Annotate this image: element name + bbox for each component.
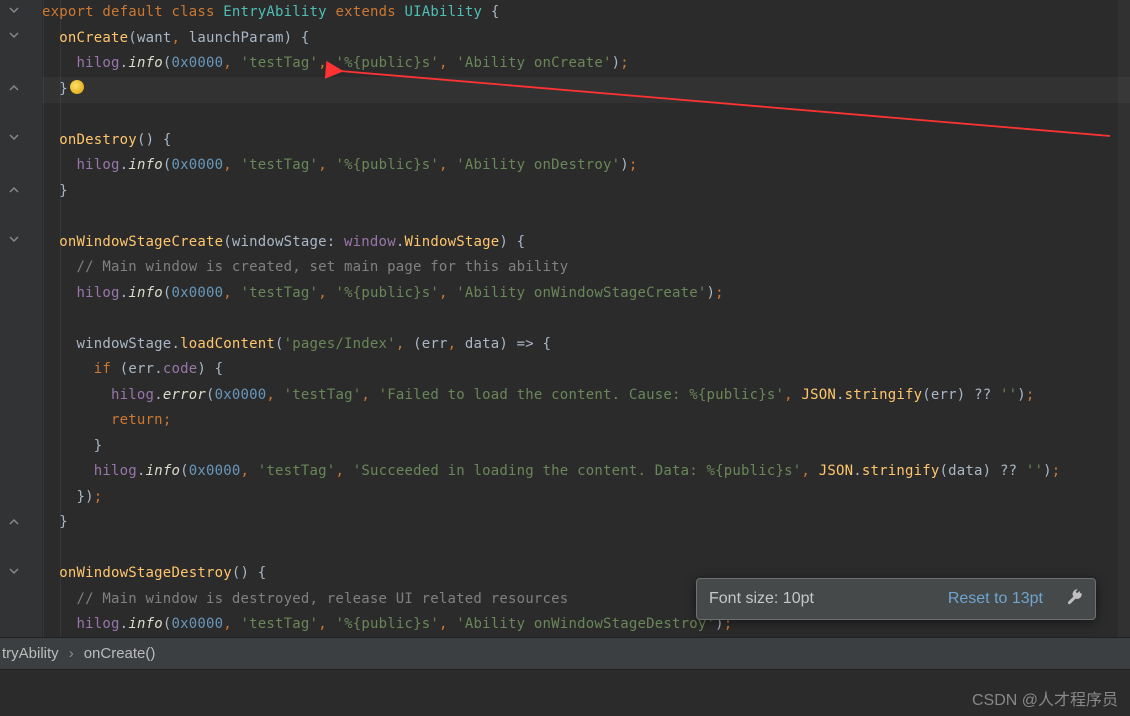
breadcrumb-item[interactable]: onCreate() [84,645,156,662]
code-line[interactable]: }); [42,485,102,511]
code-line[interactable]: hilog.info(0x0000, 'testTag', '%{public}… [42,281,724,307]
code-line[interactable]: if (err.code) { [42,357,223,383]
fold-collapse-up-icon[interactable] [8,82,20,94]
fold-expand-icon[interactable] [8,567,20,579]
code-line[interactable]: // Main window is destroyed, release UI … [42,587,568,613]
reset-fontsize-link[interactable]: Reset to 13pt [948,590,1043,608]
code-line[interactable]: // Main window is created, set main page… [42,255,568,281]
fold-collapse-up-icon[interactable] [8,184,20,196]
fold-expand-icon[interactable] [8,235,20,247]
gutter [0,0,42,637]
fold-expand-icon[interactable] [8,6,20,18]
fold-expand-icon[interactable] [8,31,20,43]
code-line[interactable]: hilog.error(0x0000, 'testTag', 'Failed t… [42,383,1035,409]
code-line[interactable]: } [42,77,68,103]
fontsize-popup: Font size: 10pt Reset to 13pt [696,578,1096,620]
vertical-scrollbar[interactable] [1118,0,1130,637]
code-line[interactable]: hilog.info(0x0000, 'testTag', 'Succeeded… [42,459,1060,485]
code-area[interactable]: export default class EntryAbility extend… [42,0,1130,637]
code-line[interactable]: return; [42,408,171,434]
code-line[interactable]: } [42,510,68,536]
editor-area[interactable]: export default class EntryAbility extend… [0,0,1130,637]
code-line[interactable]: onWindowStageDestroy() { [42,561,266,587]
breadcrumb[interactable]: tryAbility › onCreate() [0,637,1130,670]
code-line[interactable]: hilog.info(0x0000, 'testTag', '%{public}… [42,612,732,637]
code-line[interactable]: export default class EntryAbility extend… [42,0,499,26]
code-line[interactable]: } [42,434,102,460]
fold-expand-icon[interactable] [8,133,20,145]
code-line[interactable]: onDestroy() { [42,128,171,154]
code-line[interactable]: windowStage.loadContent('pages/Index', (… [42,332,551,358]
intention-bulb-icon[interactable] [70,80,84,94]
code-line[interactable]: hilog.info(0x0000, 'testTag', '%{public}… [42,51,629,77]
code-line[interactable]: } [42,179,68,205]
watermark: CSDN @人才程序员 [972,686,1118,710]
code-line[interactable]: onCreate(want, launchParam) { [42,26,310,52]
fontsize-label: Font size: 10pt [709,590,814,608]
code-line[interactable]: onWindowStageCreate(windowStage: window.… [42,230,525,256]
code-line[interactable]: hilog.info(0x0000, 'testTag', '%{public}… [42,153,638,179]
wrench-icon[interactable] [1065,588,1083,611]
breadcrumb-item[interactable]: tryAbility [2,645,59,662]
chevron-right-icon: › [69,645,74,662]
fold-collapse-up-icon[interactable] [8,516,20,528]
